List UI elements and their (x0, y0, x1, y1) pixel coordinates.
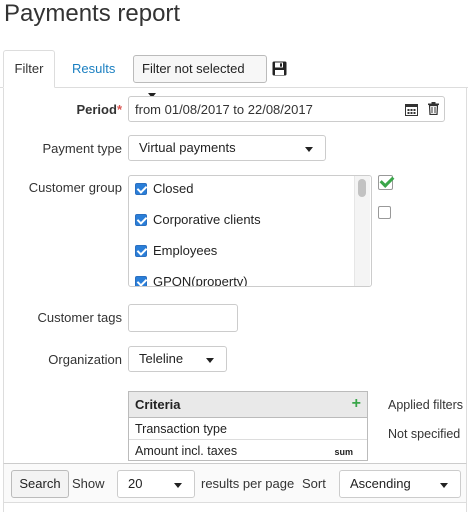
per-page-suffix: results per page (201, 476, 295, 491)
show-label: Show (72, 476, 105, 491)
checkbox-checked-icon[interactable] (135, 213, 147, 226)
list-item-label: Employees (153, 243, 218, 258)
sum-badge: sum (334, 447, 353, 457)
chevron-down-icon (440, 483, 448, 488)
plus-icon[interactable]: + (352, 395, 361, 413)
calendar-icon[interactable] (405, 103, 418, 116)
chevron-down-icon (305, 147, 313, 152)
trash-icon[interactable] (428, 102, 439, 115)
list-item[interactable]: Employees (135, 243, 217, 263)
page-title: Payments report (4, 0, 181, 27)
list-item-label: Corporative clients (153, 212, 261, 227)
customer-group-list: Closed Corporative clients Employees GPO… (128, 175, 372, 287)
checkbox-checked-icon[interactable] (135, 275, 147, 286)
tab-filter[interactable]: Filter (3, 50, 55, 88)
customer-tags-label: Customer tags (37, 310, 122, 325)
organization-select[interactable]: Teleline (128, 346, 227, 372)
applied-filters-value: Not specified (388, 427, 461, 441)
tab-results[interactable]: Results (72, 61, 115, 76)
per-page-value: 20 (128, 476, 143, 491)
customer-group-label: Customer group (28, 180, 122, 195)
customer-tags-input[interactable] (128, 304, 238, 332)
criteria-table: Criteria + Transaction type Amount incl.… (128, 391, 368, 461)
select-all-check-icon[interactable] (378, 175, 393, 190)
save-icon[interactable] (272, 61, 287, 76)
scrollbar-thumb[interactable] (358, 179, 366, 197)
organization-value: Teleline (139, 351, 184, 366)
list-item-label: GPON(property) (153, 274, 248, 287)
table-row[interactable]: Amount incl. taxes sum (129, 441, 367, 460)
sort-select[interactable]: Ascending (339, 470, 461, 498)
list-item[interactable]: Corporative clients (135, 212, 261, 232)
list-item[interactable]: Closed (135, 181, 193, 201)
period-label: Period* (20, 102, 122, 117)
list-item[interactable]: GPON(property) (135, 274, 248, 287)
criteria-row-label: Amount incl. taxes (135, 444, 238, 458)
payment-type-value: Virtual payments (139, 140, 236, 155)
table-row[interactable]: Transaction type (129, 419, 367, 440)
per-page-select[interactable]: 20 (117, 470, 195, 498)
sort-value: Ascending (350, 476, 411, 491)
chevron-down-icon (174, 483, 182, 488)
criteria-header-label: Criteria (135, 397, 181, 412)
deselect-all-checkbox[interactable] (378, 206, 391, 219)
period-value: from 01/08/2017 to 22/08/2017 (135, 102, 313, 117)
checkbox-checked-icon[interactable] (135, 244, 147, 257)
payment-type-label: Payment type (42, 141, 123, 156)
required-marker: * (116, 102, 122, 117)
chevron-down-icon (206, 358, 214, 363)
applied-filters-label: Applied filters (388, 398, 464, 412)
saved-filter-value: Filter not selected (142, 61, 245, 76)
sort-label: Sort (302, 476, 326, 491)
period-label-text: Period (76, 102, 117, 117)
criteria-header: Criteria + (129, 392, 367, 418)
criteria-row-label: Transaction type (135, 422, 227, 436)
saved-filter-dropdown[interactable]: Filter not selected (133, 55, 267, 99)
list-item-label: Closed (153, 181, 194, 196)
search-button[interactable]: Search (11, 470, 69, 498)
payment-type-select[interactable]: Virtual payments (128, 135, 326, 161)
organization-label: Organization (48, 352, 122, 367)
checkbox-checked-icon[interactable] (135, 182, 147, 195)
